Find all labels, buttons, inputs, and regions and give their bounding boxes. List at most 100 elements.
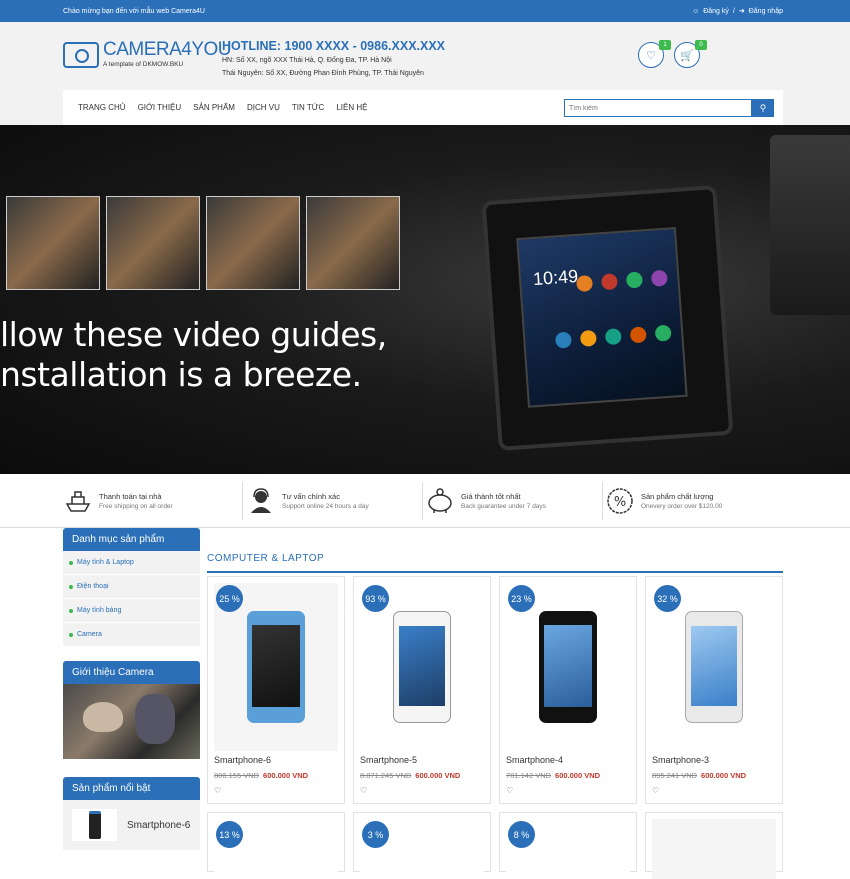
address-thainguyen: Thái Nguyên: Số XX, Đường Phan Đình Phùn… xyxy=(222,70,424,77)
banner-thumb xyxy=(306,196,400,290)
categories-heading: Danh mục sản phẩm xyxy=(63,528,200,551)
cart-button[interactable]: 🛒 0 xyxy=(674,40,707,68)
address-hanoi: HN: Số XX, ngõ XXX Thái Hà, Q. Đống Đa, … xyxy=(222,57,392,64)
hotline-block: HOTLINE: 1900 XXXX - 0986.XXX.XXX HN: Số… xyxy=(222,39,445,79)
camera-logo-icon xyxy=(63,42,99,68)
main-nav: Trang chủ Giới thiệu Sản phẩm Dịch vụ Ti… xyxy=(63,90,783,125)
search-button[interactable]: ⚲ xyxy=(752,99,774,117)
new-price: 600.000 VND xyxy=(263,771,309,780)
ship-icon xyxy=(63,486,93,516)
login-icon: ➜ xyxy=(738,8,745,15)
wishlist-count: 1 xyxy=(659,40,671,50)
intro-video[interactable] xyxy=(63,684,200,759)
nav-home[interactable]: Trang chủ xyxy=(78,103,126,112)
featured-product-image xyxy=(72,809,117,841)
top-bar: Chào mừng bạn đến với mẫu web Camera4U ☺… xyxy=(0,0,850,22)
discount-badge: 93 % xyxy=(362,585,389,612)
new-price: 600.000 VND xyxy=(415,771,461,780)
cart-icon: 🛒 xyxy=(680,49,694,62)
hero-banner[interactable]: llow these video guides, nstallation is … xyxy=(0,125,850,474)
product-card[interactable]: 93 % Smartphone-5 8.871.245 VND 600.000 V… xyxy=(353,576,491,804)
category-item[interactable]: Máy tính bảng xyxy=(63,599,200,623)
product-card[interactable]: 25 % Smartphone-6 806.155 VND 600.000 VND… xyxy=(207,576,345,804)
svg-text:%: % xyxy=(614,495,626,510)
feature-item: Thanh toán tại nhà Free shipping on all o… xyxy=(63,486,173,516)
product-image[interactable]: 23 % xyxy=(506,583,630,751)
nav-news[interactable]: Tin tức xyxy=(292,103,324,112)
piggy-bank-icon xyxy=(425,486,455,516)
wishlist-heart-icon[interactable]: ♡ xyxy=(214,786,338,795)
product-card[interactable]: 32 % Smartphone-3 895.241 VND 600.000 VND… xyxy=(645,576,783,804)
product-card[interactable]: 13 % xyxy=(207,812,345,879)
product-card[interactable]: 3 % xyxy=(353,812,491,879)
product-name[interactable]: Smartphone-4 xyxy=(506,755,630,765)
wishlist-button[interactable]: ♡ 1 xyxy=(638,40,671,68)
product-card[interactable]: 23 % Smartphone-4 781.142 VND 600.000 VND… xyxy=(499,576,637,804)
feature-item: % Sản phẩm chất lượng Onevery order over … xyxy=(605,486,722,516)
cart-count: 0 xyxy=(695,40,707,50)
percent-badge-icon: % xyxy=(605,486,635,516)
old-price: 895.241 VND xyxy=(652,771,698,780)
banner-thumb xyxy=(106,196,200,290)
wishlist-heart-icon[interactable]: ♡ xyxy=(506,786,630,795)
discount-badge: 8 % xyxy=(508,821,535,848)
header: CAMERA4YOU A template of DKMOW.BKU HOTLI… xyxy=(0,22,850,90)
featured-heading: Sản phẩm nổi bật xyxy=(63,777,200,800)
heart-icon: ♡ xyxy=(646,49,656,62)
discount-badge: 13 % xyxy=(216,821,243,848)
section-title: COMPUTER & LAPTOP xyxy=(207,553,783,573)
brand-name: CAMERA4YOU xyxy=(103,39,232,60)
wishlist-heart-icon[interactable]: ♡ xyxy=(360,786,484,795)
feature-item: Tư vấn chính xác Support online 24 hours … xyxy=(246,486,369,516)
search-icon: ⚲ xyxy=(759,102,767,113)
register-link[interactable]: Đăng ký xyxy=(703,8,729,15)
product-card[interactable]: 8 % xyxy=(499,812,637,879)
new-price: 600.000 VND xyxy=(555,771,601,780)
category-item[interactable]: Máy tính & Laptop xyxy=(63,551,200,575)
sidebar: Danh mục sản phẩm Máy tính & Laptop Điện… xyxy=(63,528,200,850)
product-name[interactable]: Smartphone-5 xyxy=(360,755,484,765)
category-item[interactable]: Điện thoại xyxy=(63,575,200,599)
support-agent-icon xyxy=(246,486,276,516)
category-list: Máy tính & Laptop Điện thoại Máy tính bả… xyxy=(63,551,200,647)
featured-product-name: Smartphone-6 xyxy=(127,819,191,831)
product-section: COMPUTER & LAPTOP 25 % Smartphone-6 806.… xyxy=(207,553,783,879)
product-image[interactable]: 93 % xyxy=(360,583,484,751)
discount-badge: 23 % xyxy=(508,585,535,612)
brand-tagline: A template of DKMOW.BKU xyxy=(103,61,184,68)
product-name[interactable]: Smartphone-3 xyxy=(652,755,776,765)
nav-services[interactable]: Dịch vụ xyxy=(247,103,280,112)
product-image[interactable]: 32 % xyxy=(652,583,776,751)
nav-products[interactable]: Sản phẩm xyxy=(193,103,235,112)
car-stereo: 10:49 xyxy=(481,185,734,451)
product-card[interactable] xyxy=(645,812,783,879)
product-image[interactable]: 25 % xyxy=(214,583,338,751)
wishlist-heart-icon[interactable]: ♡ xyxy=(652,786,776,795)
banner-text-line1: llow these video guides, xyxy=(0,315,387,354)
featured-product[interactable]: Smartphone-6 xyxy=(63,800,200,850)
search-form: ⚲ xyxy=(564,99,774,117)
welcome-text: Chào mừng bạn đến với mẫu web Camera4U xyxy=(63,7,205,15)
feature-strip: Thanh toán tại nhà Free shipping on all o… xyxy=(0,474,850,528)
banner-thumb xyxy=(6,196,100,290)
nav-contact[interactable]: Liên hệ xyxy=(336,103,367,112)
discount-badge: 3 % xyxy=(362,821,389,848)
intro-heading: Giới thiệu Camera xyxy=(63,661,200,684)
nav-about[interactable]: Giới thiệu xyxy=(138,103,182,112)
user-add-icon: ☺ xyxy=(692,7,700,15)
old-price: 781.142 VND xyxy=(506,771,552,780)
banner-text-line2: nstallation is a breeze. xyxy=(0,355,362,394)
login-link[interactable]: Đăng nhập xyxy=(749,8,783,15)
new-price: 600.000 VND xyxy=(701,771,747,780)
discount-badge: 25 % xyxy=(216,585,243,612)
search-input[interactable] xyxy=(564,99,752,117)
logo[interactable]: CAMERA4YOU A template of DKMOW.BKU xyxy=(63,39,232,68)
old-price: 806.155 VND xyxy=(214,771,260,780)
separator: / xyxy=(732,7,735,15)
old-price: 8.871.245 VND xyxy=(360,771,412,780)
category-item[interactable]: Camera xyxy=(63,623,200,647)
feature-item: Giá thành tốt nhất Back guarantee under 7… xyxy=(425,486,546,516)
hotline: HOTLINE: 1900 XXXX - 0986.XXX.XXX xyxy=(222,39,446,53)
stereo-time: 10:49 xyxy=(532,265,579,290)
product-name[interactable]: Smartphone-6 xyxy=(214,755,338,765)
